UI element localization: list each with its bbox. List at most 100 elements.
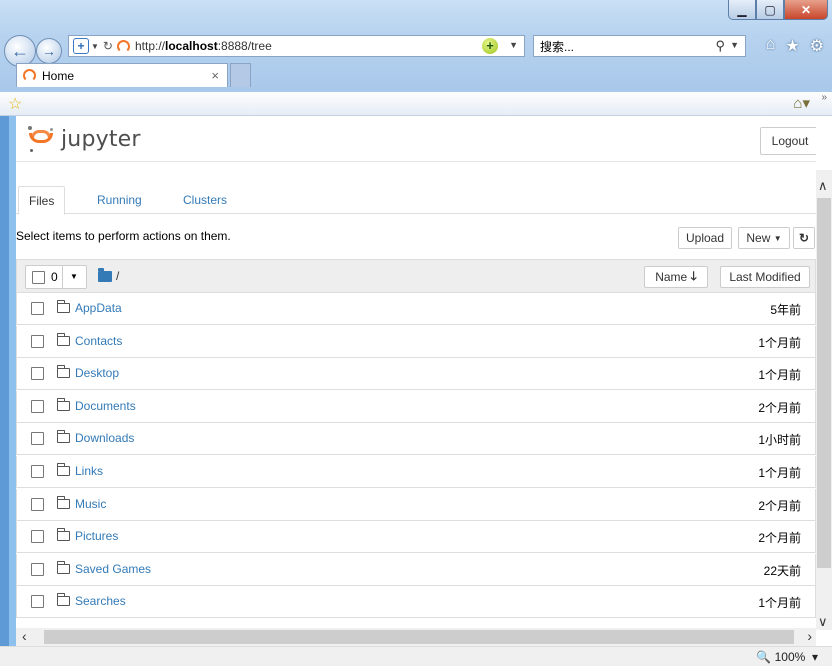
- new-tab-button[interactable]: [230, 63, 251, 87]
- sort-by-name-button[interactable]: Name 🡓: [644, 266, 708, 288]
- file-list-header: 0 ▼ / Name 🡓 Last Modified: [16, 259, 816, 293]
- folder-icon: [57, 528, 70, 542]
- refresh-list-button[interactable]: ↻: [793, 227, 815, 249]
- item-name-link[interactable]: Downloads: [75, 431, 134, 445]
- item-last-modified: 5年前: [770, 303, 801, 317]
- window-controls: ▁ ▢ ✕: [728, 0, 828, 20]
- upload-button[interactable]: Upload: [678, 227, 732, 249]
- home-icon[interactable]: ⌂: [766, 36, 776, 56]
- item-name-link[interactable]: Desktop: [75, 366, 119, 380]
- chevron-down-icon[interactable]: ▼: [91, 42, 99, 51]
- compatibility-view-icon[interactable]: +: [73, 38, 89, 54]
- item-name-link[interactable]: Saved Games: [75, 562, 151, 576]
- item-checkbox[interactable]: [31, 530, 44, 544]
- url-text[interactable]: http://localhost:8888/tree: [135, 39, 272, 53]
- tab-title: Home: [42, 68, 75, 83]
- list-item[interactable]: Desktop 1个月前: [16, 358, 816, 391]
- list-item[interactable]: Searches 1个月前: [16, 586, 816, 619]
- item-checkbox[interactable]: [31, 334, 44, 348]
- close-window-button[interactable]: ✕: [784, 0, 828, 20]
- horizontal-scroll-thumb[interactable]: [44, 630, 794, 644]
- scroll-right-icon[interactable]: ›: [807, 628, 812, 644]
- item-name-link[interactable]: Links: [75, 464, 103, 478]
- tab-loading-icon: [23, 69, 36, 82]
- select-all-dropdown[interactable]: 0 ▼: [25, 265, 87, 289]
- folder-icon: [57, 495, 70, 509]
- home-page-icon[interactable]: ⌂▾: [793, 94, 810, 112]
- item-name-link[interactable]: Searches: [75, 594, 126, 608]
- folder-icon: [57, 463, 70, 476]
- back-arrow-icon: ←: [11, 40, 29, 61]
- new-label: New: [746, 231, 771, 245]
- item-checkbox[interactable]: [31, 595, 44, 609]
- refresh-icon[interactable]: ↻: [103, 39, 113, 53]
- minimize-button[interactable]: ▁: [728, 0, 756, 20]
- list-item[interactable]: Music 2个月前: [16, 488, 816, 521]
- folder-icon: [57, 560, 70, 574]
- item-checkbox[interactable]: [31, 562, 44, 576]
- zoom-control[interactable]: 🔍 100% ▾: [756, 650, 818, 664]
- list-item[interactable]: Documents 2个月前: [16, 390, 816, 423]
- tab-close-icon[interactable]: ×: [211, 68, 219, 83]
- jupyter-logo[interactable]: jupyter: [28, 126, 141, 152]
- list-item[interactable]: Saved Games 22天前: [16, 553, 816, 586]
- item-checkbox[interactable]: [31, 302, 44, 315]
- item-name-link[interactable]: Pictures: [75, 529, 118, 543]
- item-last-modified: 1个月前: [758, 596, 801, 611]
- folder-icon: [57, 397, 70, 411]
- gear-icon[interactable]: ⚙: [810, 36, 824, 56]
- tab-files[interactable]: Files: [18, 186, 66, 215]
- caret-down-icon[interactable]: ▼: [70, 272, 78, 281]
- item-checkbox[interactable]: [31, 432, 44, 446]
- tab-running[interactable]: Running: [87, 186, 152, 214]
- item-checkbox[interactable]: [31, 367, 44, 381]
- item-checkbox[interactable]: [31, 497, 44, 511]
- browser-tab-home[interactable]: Home ×: [16, 63, 228, 87]
- item-name-link[interactable]: Music: [75, 497, 106, 511]
- favorites-star-icon[interactable]: ★: [785, 36, 799, 56]
- search-input[interactable]: 搜索... ⚲ ▼: [533, 35, 746, 57]
- browser-toolbar-icons: ⌂ ★ ⚙: [766, 36, 824, 56]
- tree-tabs: Files Running Clusters: [16, 186, 816, 215]
- breadcrumb[interactable]: /: [98, 267, 119, 283]
- maximize-button[interactable]: ▢: [756, 0, 784, 20]
- folder-icon: [57, 430, 70, 444]
- address-bar[interactable]: + ▼ ↻ http://localhost:8888/tree + ▼: [68, 35, 525, 57]
- forward-arrow-icon: →: [42, 43, 56, 59]
- sort-name-label: Name: [655, 270, 688, 284]
- item-last-modified: 2个月前: [758, 531, 801, 546]
- list-item[interactable]: Downloads 1小时前: [16, 423, 816, 456]
- scroll-left-icon[interactable]: ‹: [22, 628, 27, 644]
- more-chevron-icon[interactable]: »: [821, 92, 827, 103]
- loading-spinner-icon: [116, 39, 130, 53]
- breadcrumb-root[interactable]: /: [116, 269, 119, 283]
- horizontal-scrollbar[interactable]: ‹ ›: [16, 628, 816, 646]
- new-dropdown-button[interactable]: New ▼: [738, 227, 790, 249]
- forward-button[interactable]: →: [36, 38, 62, 64]
- list-item[interactable]: Contacts 1个月前: [16, 325, 816, 358]
- scroll-up-icon[interactable]: ∧: [818, 178, 828, 194]
- go-icon[interactable]: +: [482, 38, 498, 54]
- selected-count: 0: [51, 270, 58, 284]
- logout-button[interactable]: Logout: [760, 127, 816, 155]
- vertical-scrollbar[interactable]: ∧ ∨: [816, 170, 832, 630]
- scroll-down-icon[interactable]: ∨: [818, 614, 828, 630]
- search-icon[interactable]: ⚲: [715, 38, 725, 54]
- sort-by-last-modified-button[interactable]: Last Modified: [720, 266, 810, 288]
- list-item[interactable]: AppData 5年前: [16, 293, 816, 325]
- item-name-link[interactable]: AppData: [75, 301, 122, 315]
- item-last-modified: 1小时前: [758, 433, 801, 448]
- list-item[interactable]: Pictures 2个月前: [16, 521, 816, 554]
- tab-clusters[interactable]: Clusters: [173, 186, 237, 214]
- item-name-link[interactable]: Documents: [75, 399, 136, 413]
- selection-hint: Select items to perform actions on them.: [16, 229, 231, 243]
- item-checkbox[interactable]: [31, 465, 44, 478]
- add-favorites-icon[interactable]: ☆: [8, 94, 22, 114]
- search-dropdown-icon[interactable]: ▼: [730, 40, 739, 50]
- list-item[interactable]: Links 1个月前: [16, 456, 816, 488]
- vertical-scroll-thumb[interactable]: [817, 198, 831, 568]
- address-dropdown-icon[interactable]: ▼: [509, 40, 518, 50]
- item-name-link[interactable]: Contacts: [75, 334, 122, 348]
- select-all-checkbox[interactable]: [32, 270, 45, 284]
- item-checkbox[interactable]: [31, 399, 44, 413]
